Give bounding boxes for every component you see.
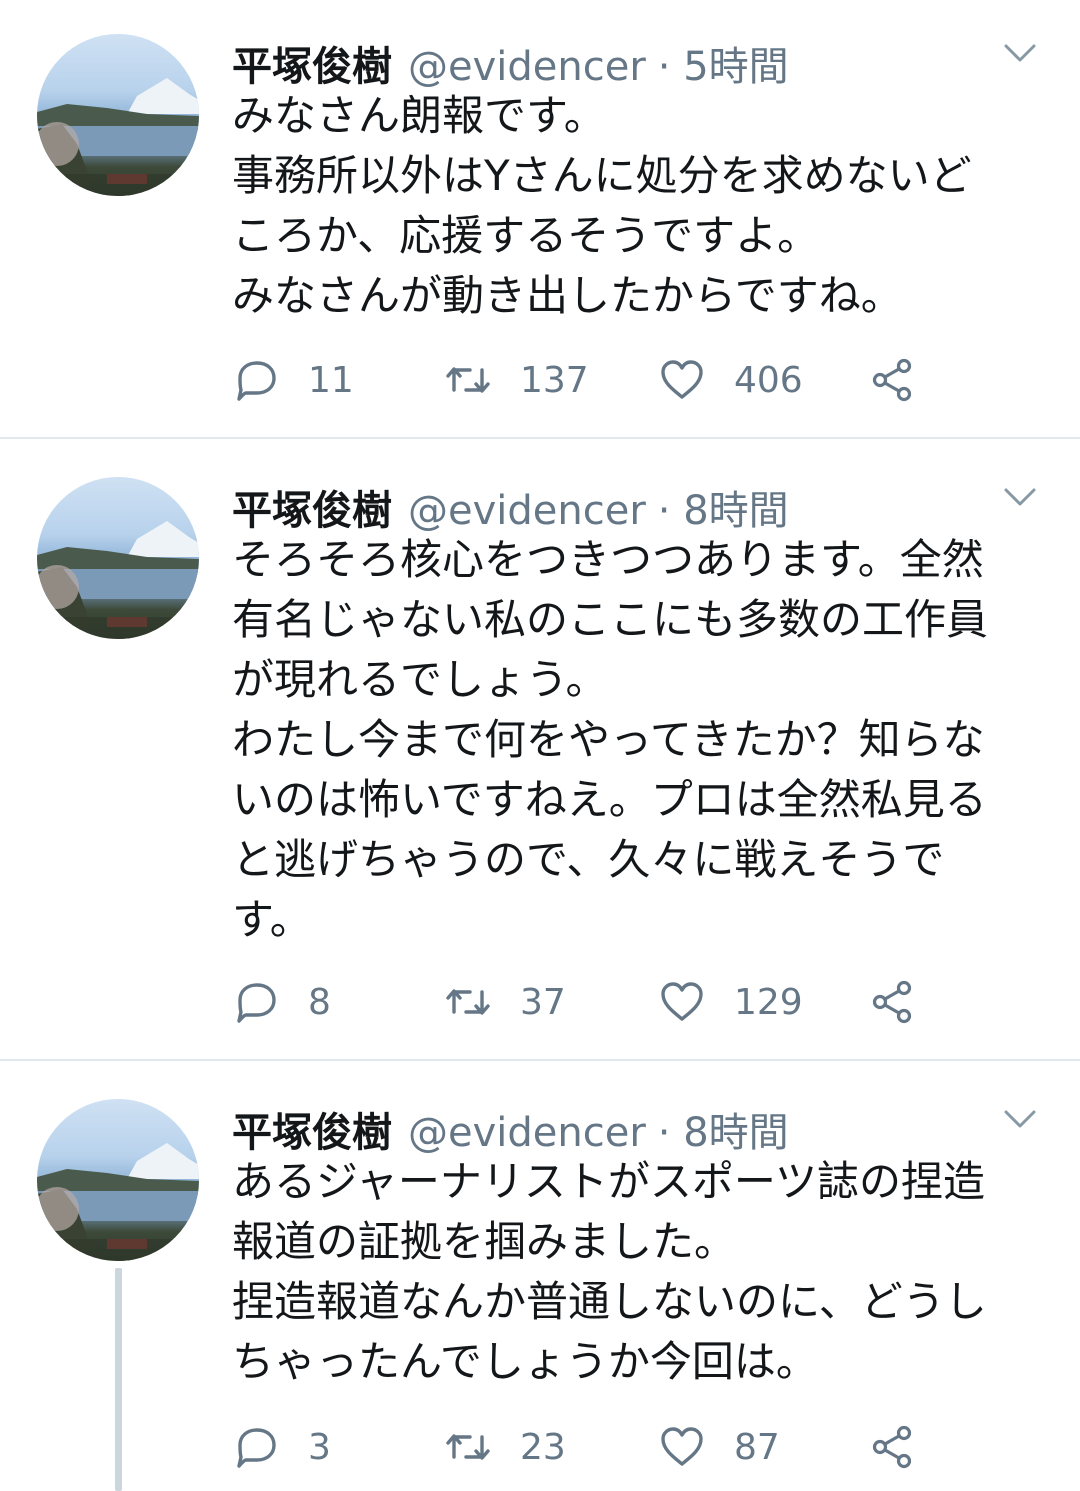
reply-button[interactable]: 11 xyxy=(232,355,354,405)
author-handle[interactable]: @evidencer xyxy=(408,44,646,90)
reply-icon xyxy=(237,983,276,1023)
retweet-icon xyxy=(446,989,490,1015)
author-handle[interactable]: @evidencer xyxy=(408,488,646,534)
tweet[interactable]: 平塚俊樹 @evidencer · 5時間 みなさん朗報です。 事務所以外はYさ… xyxy=(0,0,1080,438)
tweet-text-line: みなさんが動き出したからですね。 xyxy=(232,271,903,320)
reply-icon xyxy=(237,1428,276,1468)
landscape-avatar-image xyxy=(37,78,199,196)
like-button[interactable]: 406 xyxy=(658,355,803,405)
tweet-text-line: ころか、応援するそうですよ。 xyxy=(232,211,820,260)
avatar[interactable] xyxy=(37,34,199,196)
share-button[interactable] xyxy=(868,977,916,1027)
tweet-text-line: わたし今まで何をやってきたか？知らな xyxy=(232,715,985,764)
tweet-header: 平塚俊樹 @evidencer · 8時間 xyxy=(232,478,789,536)
tweet-text-line: 事務所以外はYさんに処分を求めないど xyxy=(232,151,972,200)
tweet-text-line: ちゃったんでしょうか今回は。 xyxy=(232,1337,818,1386)
share-icon xyxy=(872,358,912,402)
avatar[interactable] xyxy=(37,477,199,639)
thread-line xyxy=(115,1268,122,1491)
landscape-avatar-image xyxy=(37,521,199,639)
retweet-icon xyxy=(446,367,490,393)
reply-count: 8 xyxy=(308,981,331,1023)
tweet-header: 平塚俊樹 @evidencer · 5時間 xyxy=(232,34,789,92)
retweet-button[interactable]: 23 xyxy=(444,1422,566,1472)
tweet-text-line: と逃げちゃうので、久々に戦えそうで xyxy=(232,835,945,884)
reply-button[interactable]: 3 xyxy=(232,1422,331,1472)
tweet-header: 平塚俊樹 @evidencer · 8時間 xyxy=(232,1100,789,1158)
tweet[interactable]: 平塚俊樹 @evidencer · 8時間 そろそろ核心をつきつつあります。全然… xyxy=(0,439,1080,1060)
share-icon xyxy=(872,1425,912,1469)
retweet-button[interactable]: 37 xyxy=(444,977,566,1027)
chevron-down-icon[interactable] xyxy=(1000,32,1040,72)
tweet[interactable]: 平塚俊樹 @evidencer · 8時間 あるジャーナリストがスポーツ誌の捏造… xyxy=(0,1061,1080,1491)
chevron-down-icon[interactable] xyxy=(1000,476,1040,516)
retweet-icon xyxy=(446,1434,490,1460)
tweet-time[interactable]: · 8時間 xyxy=(658,1100,789,1158)
tweet-actions: 11 137 406 xyxy=(232,355,952,405)
reply-button[interactable]: 8 xyxy=(232,977,331,1027)
like-button[interactable]: 129 xyxy=(658,977,803,1027)
tweet-actions: 3 23 87 xyxy=(232,1422,952,1472)
share-button[interactable] xyxy=(868,355,916,405)
tweet-text-line: いのは怖いですねえ。プロは全然私見る xyxy=(232,775,987,824)
reply-count: 11 xyxy=(308,359,354,401)
tweet-text-line: 報道の証拠を掴みました。 xyxy=(232,1217,737,1266)
retweet-count: 23 xyxy=(520,1426,566,1468)
retweet-count: 37 xyxy=(520,981,566,1023)
retweet-count: 137 xyxy=(520,359,589,401)
landscape-avatar-image xyxy=(37,1143,199,1261)
retweet-button[interactable]: 137 xyxy=(444,355,589,405)
like-count: 406 xyxy=(734,359,803,401)
tweet-actions: 8 37 129 xyxy=(232,977,952,1027)
author-name[interactable]: 平塚俊樹 xyxy=(232,34,392,92)
tweet-text-line: そろそろ核心をつきつつあります。全然 xyxy=(232,535,984,584)
like-icon xyxy=(661,1427,703,1466)
author-name[interactable]: 平塚俊樹 xyxy=(232,1100,392,1158)
like-button[interactable]: 87 xyxy=(658,1422,780,1472)
like-icon xyxy=(661,982,703,1021)
tweet-time[interactable]: · 8時間 xyxy=(658,478,789,536)
share-icon xyxy=(872,980,912,1024)
tweet-text-line: みなさん朗報です。 xyxy=(232,91,606,140)
like-count: 87 xyxy=(734,1426,780,1468)
avatar[interactable] xyxy=(37,1099,199,1261)
tweet-text: そろそろ核心をつきつつあります。全然 有名じゃない私のここにも多数の工作員 が現… xyxy=(232,530,1052,950)
tweet-text-line: す。 xyxy=(232,895,312,944)
share-button[interactable] xyxy=(868,1422,916,1472)
author-name[interactable]: 平塚俊樹 xyxy=(232,478,392,536)
reply-count: 3 xyxy=(308,1426,331,1468)
chevron-down-icon[interactable] xyxy=(1000,1098,1040,1138)
tweet-text: みなさん朗報です。 事務所以外はYさんに処分を求めないど ころか、応援するそうで… xyxy=(232,86,1052,326)
tweet-text-line: 有名じゃない私のここにも多数の工作員 xyxy=(232,595,989,644)
author-handle[interactable]: @evidencer xyxy=(408,1110,646,1156)
tweet-text-line: 捏造報道なんか普通しないのに、どうし xyxy=(232,1277,987,1326)
reply-icon xyxy=(237,361,276,401)
like-icon xyxy=(661,360,703,399)
like-count: 129 xyxy=(734,981,803,1023)
tweet-text-line: あるジャーナリストがスポーツ誌の捏造 xyxy=(232,1157,986,1206)
tweet-text-line: が現れるでしょう。 xyxy=(232,655,608,704)
tweet-text: あるジャーナリストがスポーツ誌の捏造 報道の証拠を掴みました。 捏造報道なんか普… xyxy=(232,1152,1052,1392)
tweet-time[interactable]: · 5時間 xyxy=(658,34,789,92)
